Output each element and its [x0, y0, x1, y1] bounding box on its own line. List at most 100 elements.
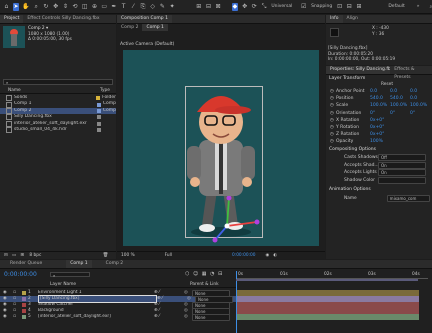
transform-value[interactable] [390, 138, 410, 145]
bpc-label[interactable]: 8 bpc [29, 253, 41, 258]
layer-label-color[interactable] [22, 315, 26, 319]
magnification-dropdown[interactable]: 100 % [121, 252, 135, 260]
transform-value[interactable] [390, 117, 410, 124]
selection-tool-icon[interactable]: ➤ [12, 2, 20, 11]
label-color-swatch[interactable] [96, 102, 101, 107]
transform-value[interactable]: 540.0 [370, 95, 390, 102]
snap-option-icon[interactable]: ⊡ [336, 3, 343, 11]
work-area-bar[interactable] [236, 279, 418, 281]
snapping-checkbox-icon[interactable]: ☑ [300, 3, 307, 11]
subtab-comp2[interactable]: Comp 2 [117, 24, 142, 31]
subtab-comp1[interactable]: Comp 1 [142, 24, 168, 31]
workspace-more-icon[interactable]: » [417, 4, 420, 9]
anim-name-dropdown[interactable]: mixamo_com [386, 195, 430, 202]
scale-mode-icon[interactable]: ⤡ [261, 3, 268, 11]
label-color-swatch[interactable] [97, 128, 101, 133]
channel-icon[interactable]: ◐ [273, 252, 277, 260]
timeline-timecode[interactable]: 0:00:00:00 [4, 271, 37, 278]
draft-3d-icon[interactable]: ⬡ [185, 271, 189, 277]
compositing-dropdown[interactable]: Off [378, 154, 426, 162]
transform-value[interactable]: 0.0 [410, 88, 430, 95]
label-color-swatch[interactable] [96, 96, 101, 101]
transform-value[interactable]: 0.0 [370, 88, 390, 95]
layer-duration-bar[interactable] [237, 314, 419, 320]
parent-pickwhip-icon[interactable]: ◎ [184, 314, 192, 320]
transform-value[interactable]: 0° [370, 110, 390, 117]
project-search-input[interactable]: ⌕ [3, 79, 113, 85]
section-compositing-options[interactable]: Compositing Options [329, 147, 376, 152]
tab-render-queue[interactable]: Render Queue [6, 260, 46, 268]
layer-label-color[interactable] [22, 303, 26, 307]
transform-value[interactable]: 0.0 [390, 88, 410, 95]
transform-value[interactable]: 0° [390, 110, 410, 117]
move-mode-icon[interactable]: ✥ [241, 3, 248, 11]
interpret-footage-icon[interactable]: ⊟ [4, 253, 8, 258]
col-layer-name[interactable]: Layer Name [50, 282, 76, 288]
orbit-tool-icon[interactable]: ↻ [43, 3, 50, 11]
snapshot-icon[interactable]: ◉ [266, 252, 270, 260]
transform-value[interactable] [390, 124, 410, 131]
graph-editor-icon[interactable]: ⊟ [218, 271, 222, 277]
transform-value[interactable] [410, 124, 430, 131]
tab-timeline-comp1[interactable]: Comp 1 [66, 260, 92, 268]
viewer-timecode[interactable]: 0:00:00:00 [232, 252, 255, 260]
transform-value[interactable]: 100.0% [390, 102, 410, 109]
transform-value[interactable]: 0° [410, 110, 430, 117]
timeline-layer-row[interactable]: ◉ ▫ 5 [interior_atelier_soft_daylight.exr] ⊕… [0, 313, 236, 321]
col-parent-link[interactable]: Parent & Link [190, 282, 219, 288]
new-folder-icon[interactable]: ▭ [12, 253, 16, 258]
transform-value[interactable]: 100.0% [410, 102, 430, 109]
transform-value[interactable] [390, 131, 410, 138]
timeline-ruler[interactable]: 0s 01s 02s 03s 04s [236, 271, 428, 279]
transform-value[interactable]: 0x+0° [370, 124, 390, 131]
dolly-tool-icon[interactable]: ⇕ [62, 3, 69, 11]
compositing-dropdown[interactable] [378, 176, 426, 184]
shy-icon[interactable]: ☺ [193, 271, 198, 277]
label-color-swatch[interactable] [97, 115, 101, 120]
zoom-tool-icon[interactable]: ⌕ [33, 3, 40, 11]
camera-tool-icon[interactable]: ◫ [81, 3, 88, 11]
hand-tool-icon[interactable]: ✋ [22, 3, 29, 11]
transform-value[interactable]: 540.0 [390, 95, 410, 102]
snap-option3-icon[interactable]: ⊞ [356, 3, 363, 11]
layer-switches-icon[interactable]: ⊕ ⁄ [154, 314, 184, 320]
tab-composition[interactable]: Composition Comp 1 [117, 15, 172, 23]
text-tool-icon[interactable]: T [120, 3, 127, 11]
pan-behind-icon[interactable]: ⊕ [91, 3, 98, 11]
brush-tool-icon[interactable]: ⁄ [130, 3, 137, 11]
transform-gizmo-icon[interactable] [207, 196, 267, 246]
reset-button[interactable]: Reset [381, 82, 393, 87]
label-color-swatch[interactable] [97, 121, 101, 126]
layer-label-color[interactable] [22, 297, 26, 301]
frame-blend-icon[interactable]: ▦ [202, 271, 207, 277]
pen-tool-icon[interactable]: ✒ [111, 3, 118, 11]
tab-info[interactable]: Info [326, 15, 343, 23]
col-name[interactable]: Name [8, 88, 21, 94]
compositing-dropdown[interactable]: On [378, 161, 426, 169]
label-color-swatch[interactable] [96, 108, 101, 113]
layer-name[interactable]: [interior_atelier_soft_daylight.exr] [38, 314, 154, 320]
clone-tool-icon[interactable]: ⎘ [140, 3, 147, 11]
transform-value[interactable]: 0x+0° [370, 131, 390, 138]
compositing-dropdown[interactable]: On [378, 169, 426, 177]
tab-effect-controls[interactable]: Effect Controls Silly Dancing.fbx [23, 15, 103, 23]
timeline-search-input[interactable]: ⌕ [50, 272, 90, 278]
section-layer-transform[interactable]: Layer Transform [329, 76, 365, 81]
axis-view-icon[interactable]: ⊠ [215, 3, 222, 11]
transform-value[interactable]: 100.0% [370, 102, 390, 109]
eraser-tool-icon[interactable]: ◇ [149, 3, 156, 11]
layer-label-color[interactable] [22, 309, 26, 313]
tab-project[interactable]: Project [0, 15, 24, 23]
lock-icon[interactable]: ▫ [13, 314, 21, 320]
universal-mode-icon[interactable]: ◆ [231, 2, 239, 11]
transform-value[interactable] [410, 138, 430, 145]
visibility-eye-icon[interactable]: ◉ [3, 314, 13, 320]
axis-local-icon[interactable]: ⊟ [205, 3, 212, 11]
roto-tool-icon[interactable]: ✎ [159, 3, 166, 11]
rotate-tool-icon[interactable]: ⟲ [72, 3, 79, 11]
axis-world-icon[interactable]: ⊞ [195, 3, 202, 11]
transform-value[interactable] [410, 131, 430, 138]
parent-dropdown[interactable]: None [192, 313, 230, 321]
transform-value[interactable]: 0.0 [410, 95, 430, 102]
shape-tool-icon[interactable]: ▭ [101, 3, 108, 11]
